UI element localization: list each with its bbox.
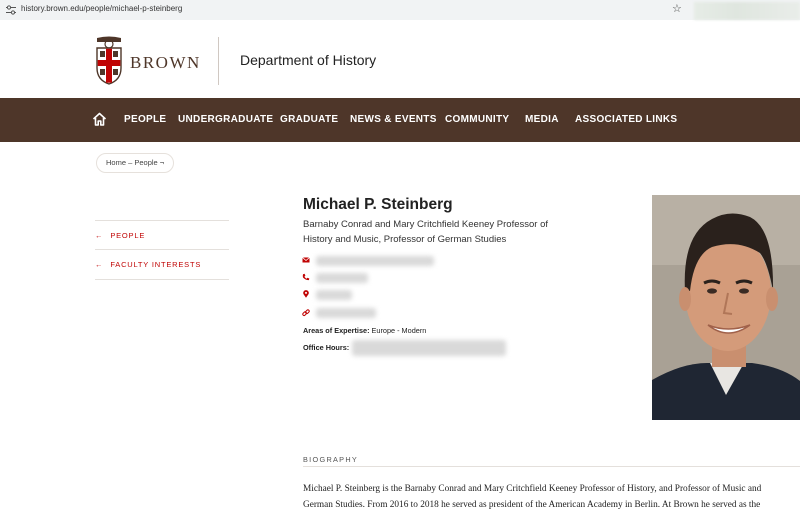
nav-item-media[interactable]: MEDIA — [525, 114, 559, 125]
areas-of-expertise: Areas of Expertise: Europe - Modern — [303, 326, 426, 335]
sidebar-link-label: PEOPLE — [110, 231, 146, 240]
header-divider — [218, 37, 219, 85]
address-redacted[interactable] — [316, 290, 352, 300]
biography-divider — [303, 466, 800, 467]
nav-item-people[interactable]: PEOPLE — [124, 114, 166, 125]
sidebar-link-people[interactable]: ← PEOPLE — [95, 231, 145, 240]
star-icon[interactable]: ☆ — [672, 2, 682, 15]
office-hours-redacted — [352, 340, 506, 356]
profile-title: History and Music, Professor of German S… — [303, 234, 507, 245]
browser-extension-area — [694, 2, 800, 20]
breadcrumb[interactable]: Home – People ¬ — [96, 153, 175, 173]
nav-item-undergraduate[interactable]: UNDERGRADUATE — [178, 114, 273, 125]
office-hours-label: Office Hours: — [303, 343, 350, 352]
home-icon[interactable] — [92, 112, 107, 126]
profile-name: Michael P. Steinberg — [303, 196, 453, 213]
office-hours: Office Hours: — [303, 343, 349, 352]
nav-item-community[interactable]: COMMUNITY — [445, 114, 509, 125]
profile-photo — [652, 195, 800, 420]
profile-title: Barnaby Conrad and Mary Critchfield Keen… — [303, 219, 549, 230]
sidebar-link-faculty-interests[interactable]: ← FACULTY INTERESTS — [95, 260, 201, 269]
phone-redacted[interactable] — [316, 273, 368, 283]
browser-address-bar[interactable]: history.brown.edu/people/michael-p-stein… — [0, 0, 800, 20]
sidebar-divider — [95, 220, 229, 221]
email-redacted[interactable] — [316, 256, 434, 266]
main-nav: PEOPLE UNDERGRADUATE GRADUATE NEWS & EVE… — [0, 98, 800, 142]
expertise-label: Areas of Expertise: — [303, 326, 370, 335]
sidebar-divider — [95, 249, 229, 250]
biography-heading: BIOGRAPHY — [303, 455, 359, 464]
map-pin-icon — [303, 290, 309, 298]
left-arrow-icon: ← — [95, 260, 104, 269]
left-arrow-icon: ← — [95, 231, 104, 240]
sidebar-divider — [95, 279, 229, 280]
nav-item-news-events[interactable]: NEWS & EVENTS — [350, 114, 437, 125]
expertise-value: Europe - Modern — [371, 326, 427, 335]
envelope-icon — [302, 257, 310, 263]
nav-item-associated-links[interactable]: ASSOCIATED LINKS — [575, 114, 677, 125]
link-icon — [302, 309, 310, 316]
brown-shield-logo[interactable] — [94, 36, 124, 86]
department-title[interactable]: Department of History — [240, 52, 376, 68]
url-text[interactable]: history.brown.edu/people/michael-p-stein… — [21, 4, 182, 13]
brand-wordmark[interactable]: BROWN — [130, 53, 201, 73]
biography-text: Michael P. Steinberg is the Barnaby Conr… — [303, 484, 762, 494]
sidebar-link-label: FACULTY INTERESTS — [110, 260, 202, 269]
nav-item-graduate[interactable]: GRADUATE — [280, 114, 338, 125]
website-redacted[interactable] — [316, 308, 376, 318]
biography-text: German Studies. From 2016 to 2018 he ser… — [303, 500, 761, 510]
phone-icon — [302, 273, 310, 281]
tune-icon[interactable] — [5, 4, 17, 16]
